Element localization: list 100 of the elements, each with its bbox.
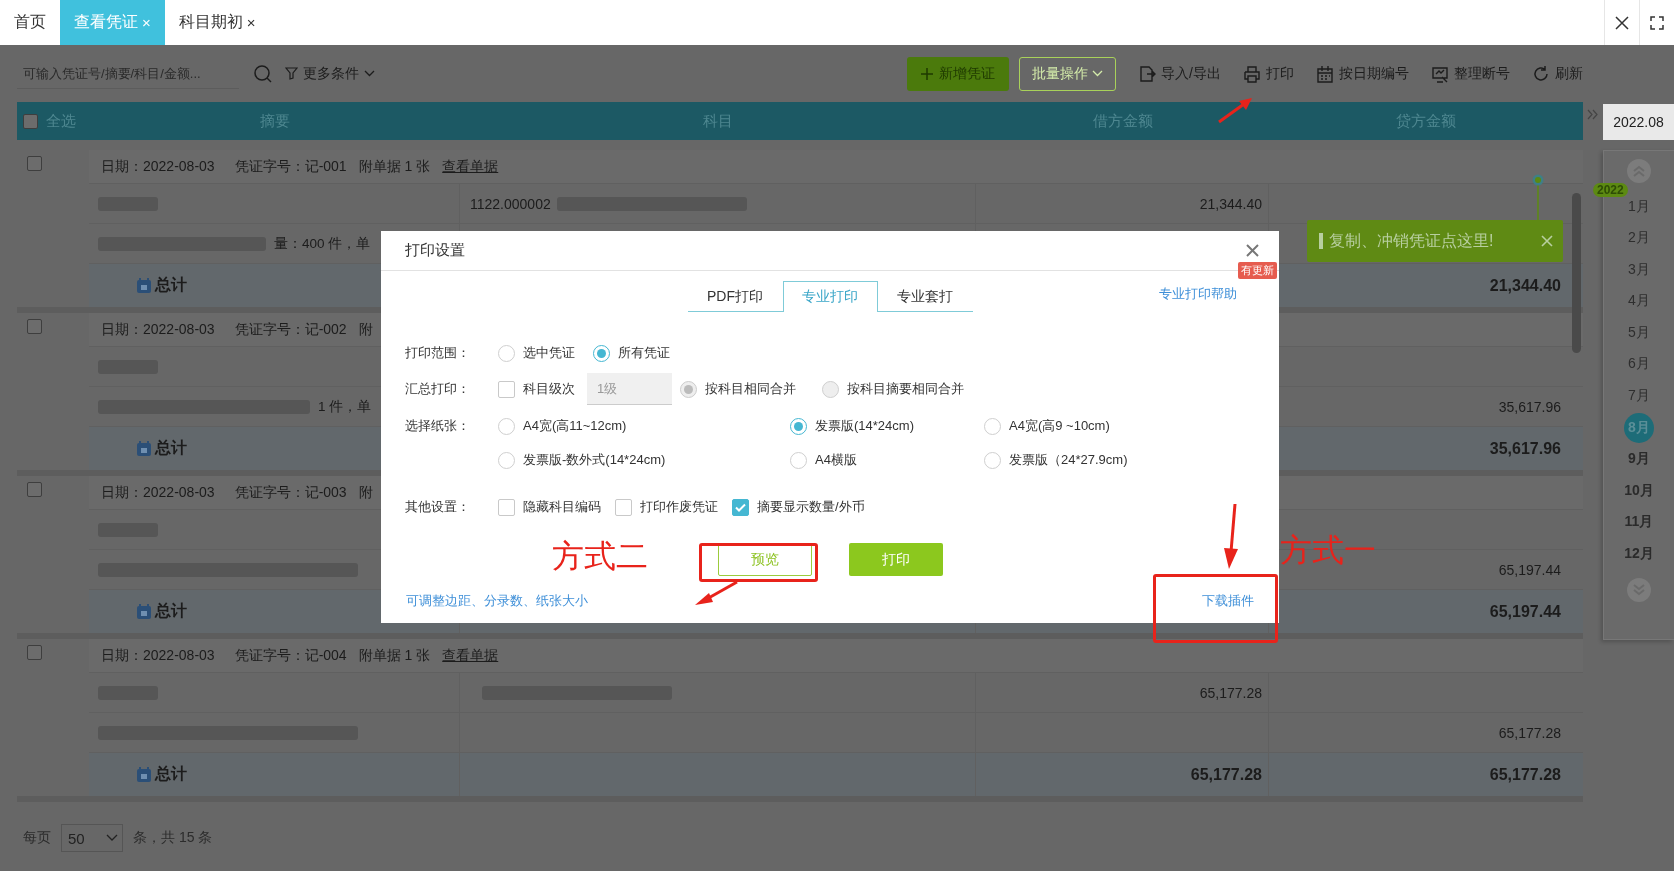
checkbox[interactable] — [498, 380, 515, 398]
paper-option[interactable]: 发票版（24*27.9cm) — [984, 443, 1128, 477]
scrollbar-thumb[interactable] — [1572, 193, 1581, 353]
filter-button[interactable]: 更多条件 — [285, 64, 375, 83]
view-attachments-link[interactable]: 查看单据 — [442, 646, 499, 665]
caret-icon — [1092, 70, 1104, 77]
debit-amount: 21,344.40 — [1199, 195, 1262, 212]
toolbar-button[interactable]: 打印 — [1243, 64, 1294, 83]
field-label: 汇总打印： — [405, 380, 471, 398]
credit-total: 35,617.96 — [1489, 439, 1561, 458]
view-attachments-link[interactable]: 查看单据 — [442, 157, 499, 176]
settings-link[interactable]: 可调整边距、分录数、纸张大小 — [406, 592, 588, 610]
print-mode-tab[interactable]: PDF打印 — [687, 281, 783, 311]
voucher-number: 凭证字号：记-003 — [234, 483, 347, 502]
select-all-checkbox[interactable] — [23, 113, 38, 129]
setting-option[interactable]: 摘要显示数量/外币 — [732, 498, 865, 516]
checkbox[interactable] — [615, 498, 632, 516]
paper-option[interactable]: A4横版 — [790, 443, 984, 477]
refresh-icon — [1532, 64, 1550, 83]
row-checkbox[interactable] — [27, 482, 42, 497]
page-tab[interactable]: 科目期初 × — [164, 0, 270, 45]
search-icon[interactable] — [253, 63, 273, 84]
checkbox[interactable] — [732, 498, 749, 516]
checkmark-icon — [735, 502, 746, 512]
batch-menu-button[interactable]: 批量操作 — [1019, 56, 1117, 91]
paper-option[interactable]: 发票版-数外式(14*24cm) — [498, 443, 790, 477]
paper-option[interactable]: 发票版(14*24cm) — [790, 409, 984, 443]
summary-text: 量：400 件，单 — [274, 234, 371, 253]
account-code: 1122.000002 — [470, 195, 551, 212]
row-checkbox[interactable] — [27, 156, 42, 171]
radio-button[interactable] — [498, 344, 515, 362]
printer-icon — [1243, 64, 1261, 83]
total-label: 总计 — [155, 275, 187, 295]
year-badge: 2022 — [1593, 183, 1628, 197]
credit-amount: 65,197.44 — [1498, 561, 1561, 578]
row-checkbox[interactable] — [27, 319, 42, 334]
month-item[interactable]: 8月 — [1624, 412, 1654, 443]
attachment-count: 附单据 1 张 — [358, 646, 431, 665]
field-label: 其他设置： — [405, 498, 471, 516]
annotation-text: 方式二 — [552, 540, 648, 572]
paper-option[interactable]: A4宽(高11~12cm) — [498, 409, 790, 443]
range-option[interactable]: 所有凭证 — [593, 344, 670, 362]
credit-amount: 35,617.96 — [1498, 398, 1561, 415]
month-item[interactable]: 11月 — [1624, 506, 1654, 538]
month-item[interactable]: 12月 — [1624, 538, 1654, 570]
tip-text[interactable]: 复制、冲销凭证点这里! — [1329, 230, 1494, 252]
print-mode-tab[interactable]: 专业套打 — [877, 281, 973, 311]
calendar-icon — [137, 604, 151, 619]
field-label: 打印范围： — [405, 344, 471, 362]
setting-option[interactable]: 隐藏科目编码 — [498, 498, 601, 516]
total-label: 总计 — [155, 764, 187, 784]
calendar-icon — [137, 441, 151, 456]
annotation-arrow — [693, 580, 739, 606]
month-item[interactable]: 10月 — [1624, 475, 1654, 507]
toolbar-button[interactable]: 整理断号 — [1431, 64, 1510, 83]
debit-total: 65,177.28 — [1190, 765, 1262, 784]
collapse-icon[interactable] — [1587, 109, 1598, 120]
monitor-icon — [1431, 64, 1449, 83]
filter-icon — [285, 67, 298, 80]
radio-button[interactable] — [984, 451, 1001, 469]
radio-button[interactable] — [593, 344, 610, 362]
page-size-select[interactable]: 50 — [61, 824, 123, 852]
toolbar-button[interactable]: 刷新 — [1532, 64, 1583, 83]
print-mode-tab[interactable]: 专业打印 — [782, 281, 878, 312]
export-icon — [1138, 64, 1157, 83]
scroll-up-icon[interactable] — [1627, 159, 1651, 183]
annotation-text: 方式一 — [1280, 534, 1376, 566]
month-item[interactable]: 9月 — [1628, 443, 1650, 475]
toolbar-button[interactable]: 按日期编号 — [1316, 64, 1409, 83]
radio-button[interactable] — [984, 417, 1001, 435]
page-size-label: 每页 — [23, 829, 51, 847]
attachment-count: 附 — [358, 483, 373, 502]
voucher-number: 凭证字号：记-002 — [234, 320, 347, 339]
radio-button[interactable] — [498, 451, 515, 469]
download-plugin-link[interactable]: 下载插件 — [1202, 592, 1254, 610]
radio-button[interactable] — [790, 451, 807, 469]
credit-total: 21,344.40 — [1489, 276, 1561, 295]
calendar-icon — [1316, 64, 1334, 83]
fullscreen-icon[interactable] — [1650, 15, 1664, 30]
add-voucher-button[interactable]: 新增凭证 — [907, 56, 1010, 91]
radio-button[interactable] — [790, 417, 807, 435]
voucher-date: 日期：2022-08-03 — [101, 483, 215, 502]
checkbox[interactable] — [498, 498, 515, 516]
page-tab[interactable]: 首页 — [0, 0, 60, 45]
plus-icon — [921, 67, 934, 80]
close-icon[interactable] — [1615, 15, 1629, 30]
setting-option[interactable]: 打印作废凭证 — [615, 498, 718, 516]
print-button[interactable]: 打印 — [848, 543, 943, 576]
calendar-icon — [137, 767, 151, 782]
page-tab[interactable]: 查看凭证 × — [60, 0, 165, 45]
annotation-arrow — [1217, 96, 1253, 124]
credit-total: 65,177.28 — [1489, 765, 1561, 784]
range-option[interactable]: 选中凭证 — [498, 344, 575, 362]
level-option[interactable]: 科目级次 — [498, 380, 575, 398]
paper-option[interactable]: A4宽(高9 ~10cm) — [984, 409, 1128, 443]
toolbar-button[interactable]: 导入/导出 — [1138, 64, 1221, 83]
row-checkbox[interactable] — [27, 645, 42, 660]
help-link[interactable]: 专业打印帮助 — [1159, 285, 1237, 303]
radio-button[interactable] — [498, 417, 515, 435]
voucher-date: 日期：2022-08-03 — [101, 157, 215, 176]
